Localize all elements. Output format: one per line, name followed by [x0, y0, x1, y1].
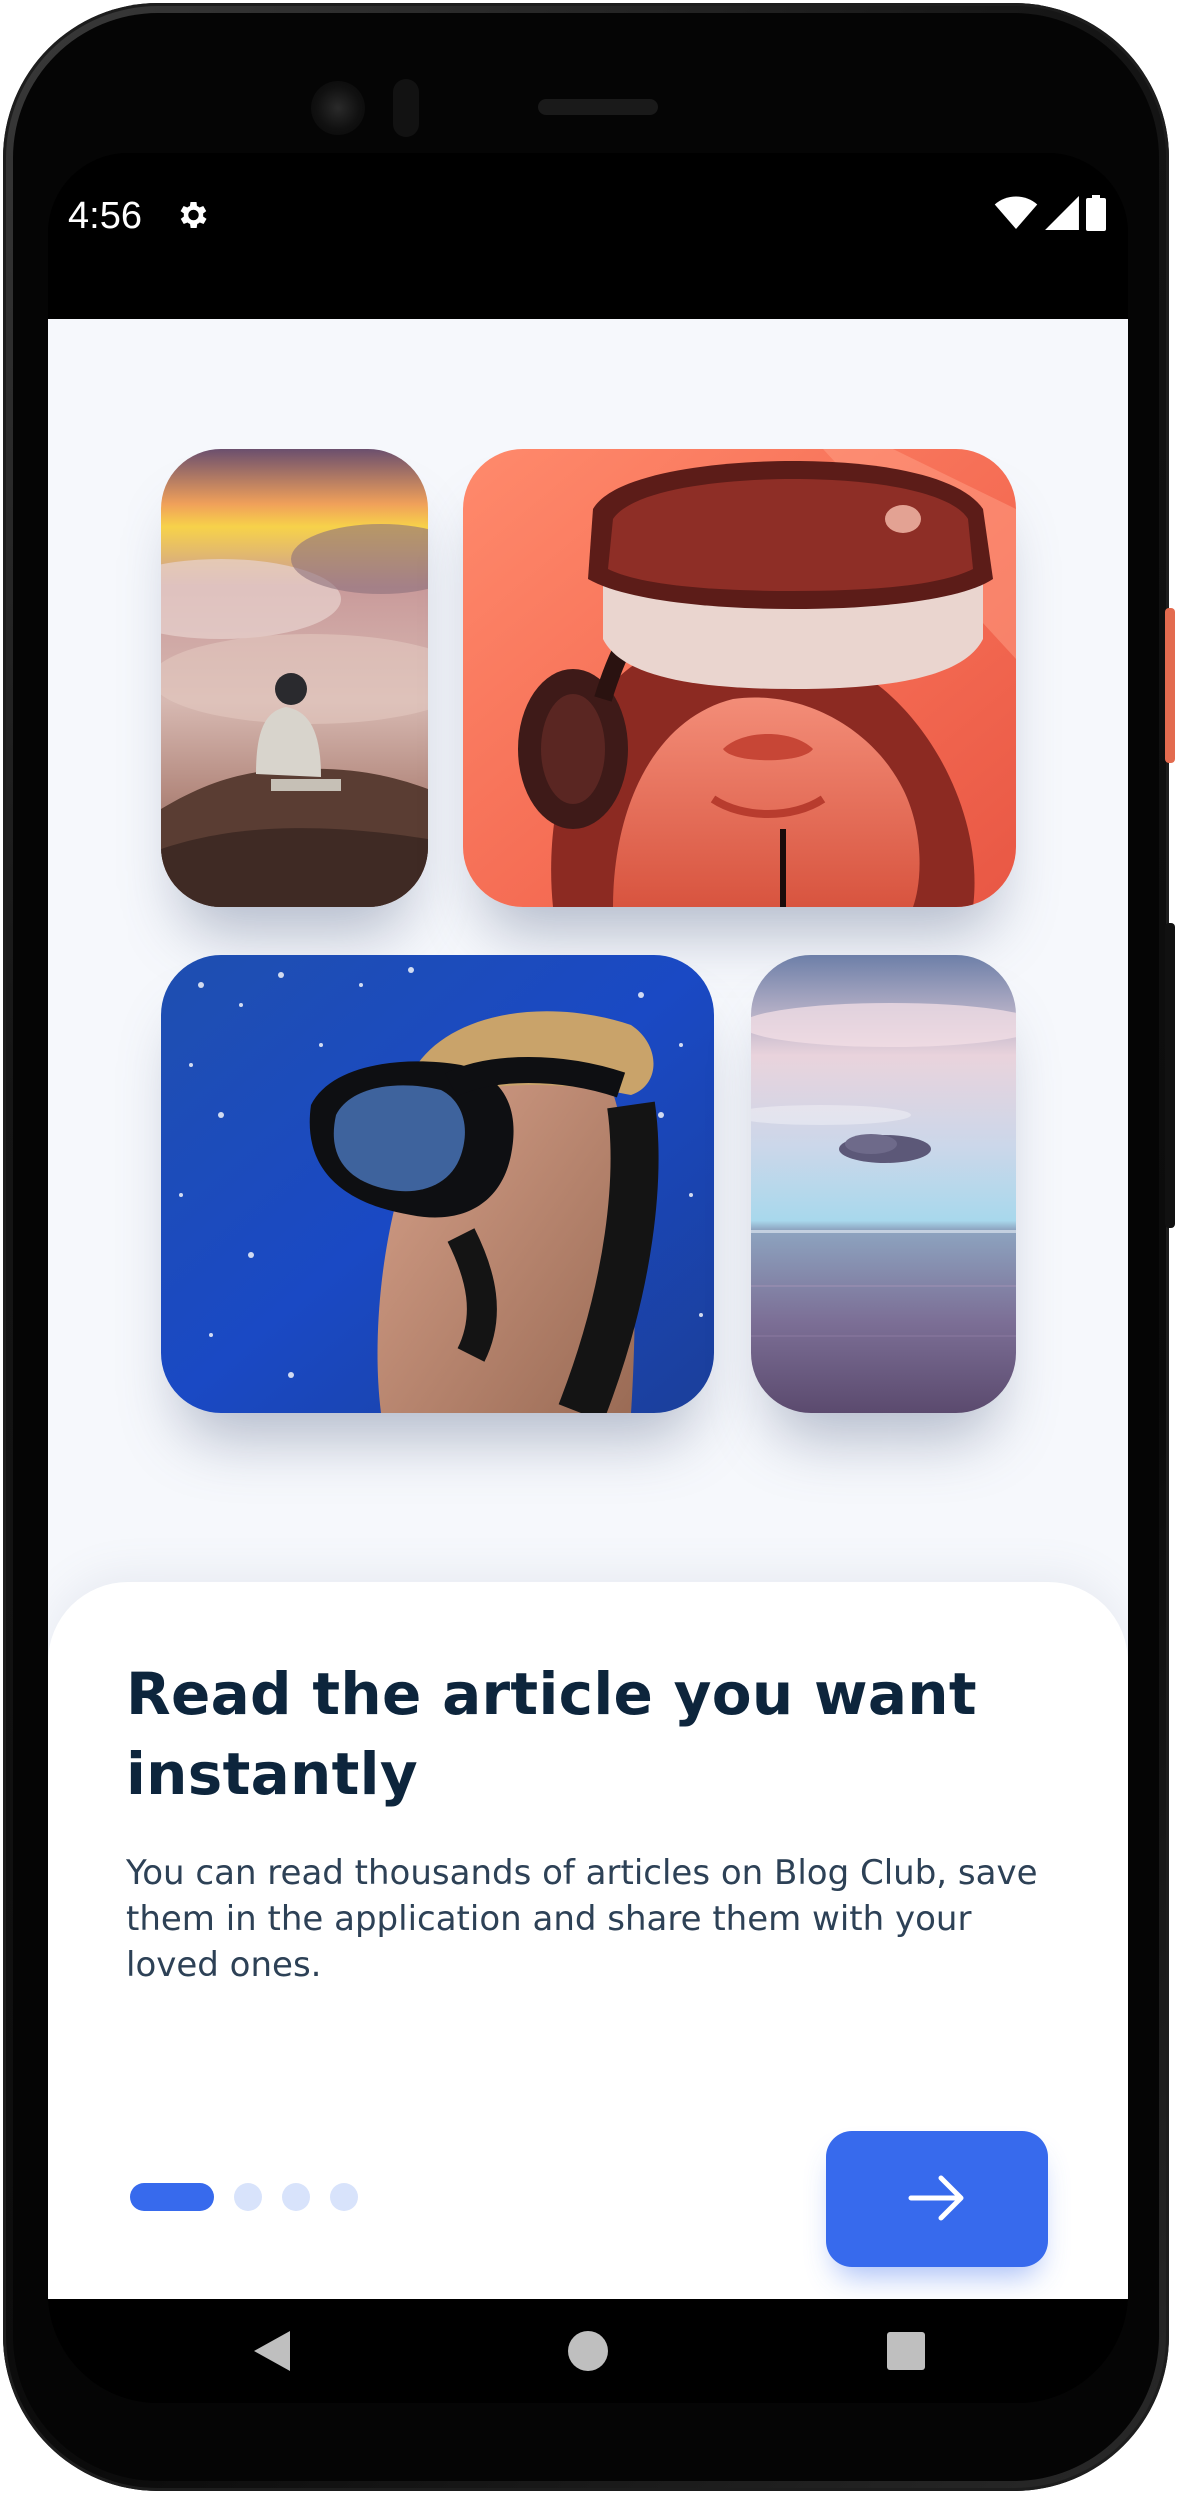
home-icon[interactable] [558, 2321, 618, 2381]
page-indicator-dot[interactable] [234, 2183, 262, 2211]
phone-frame: 4:56 Read the article you want instantly… [3, 3, 1175, 2491]
page-indicator-dot-active[interactable] [130, 2183, 214, 2211]
ocean-horizon-image [751, 955, 1016, 1413]
scuba-diver-image [161, 955, 714, 1413]
wifi-icon [994, 196, 1038, 234]
proximity-sensor [393, 79, 419, 137]
volume-button [1165, 923, 1175, 1228]
next-button[interactable] [826, 2131, 1048, 2267]
onboarding-description: You can read thousands of articles on Bl… [126, 1853, 1038, 1985]
battery-icon [1086, 195, 1106, 235]
vr-headset-image [463, 449, 1016, 907]
screen: 4:56 Read the article you want instantly… [48, 153, 1128, 2403]
recents-icon[interactable] [876, 2321, 936, 2381]
status-time: 4:56 [68, 195, 142, 237]
front-camera [311, 81, 365, 135]
page-indicator-dot[interactable] [330, 2183, 358, 2211]
mountain-meditation-image [161, 449, 428, 907]
onboarding-title: Read the article you want instantly [126, 1660, 977, 1808]
page-indicator [130, 2183, 358, 2211]
navigation-bar [48, 2299, 1128, 2403]
signal-icon [1044, 195, 1080, 235]
arrow-right-icon [907, 2174, 967, 2225]
onboarding-card: Read the article you want instantly You … [48, 1582, 1128, 2299]
power-button [1165, 608, 1175, 763]
page-indicator-dot[interactable] [282, 2183, 310, 2211]
back-icon[interactable] [242, 2321, 302, 2381]
status-bar: 4:56 [48, 153, 1128, 318]
onboarding-screen: Read the article you want instantly You … [48, 319, 1128, 2299]
gear-icon [174, 197, 210, 233]
earpiece-speaker [538, 99, 658, 115]
status-icons [994, 195, 1106, 235]
